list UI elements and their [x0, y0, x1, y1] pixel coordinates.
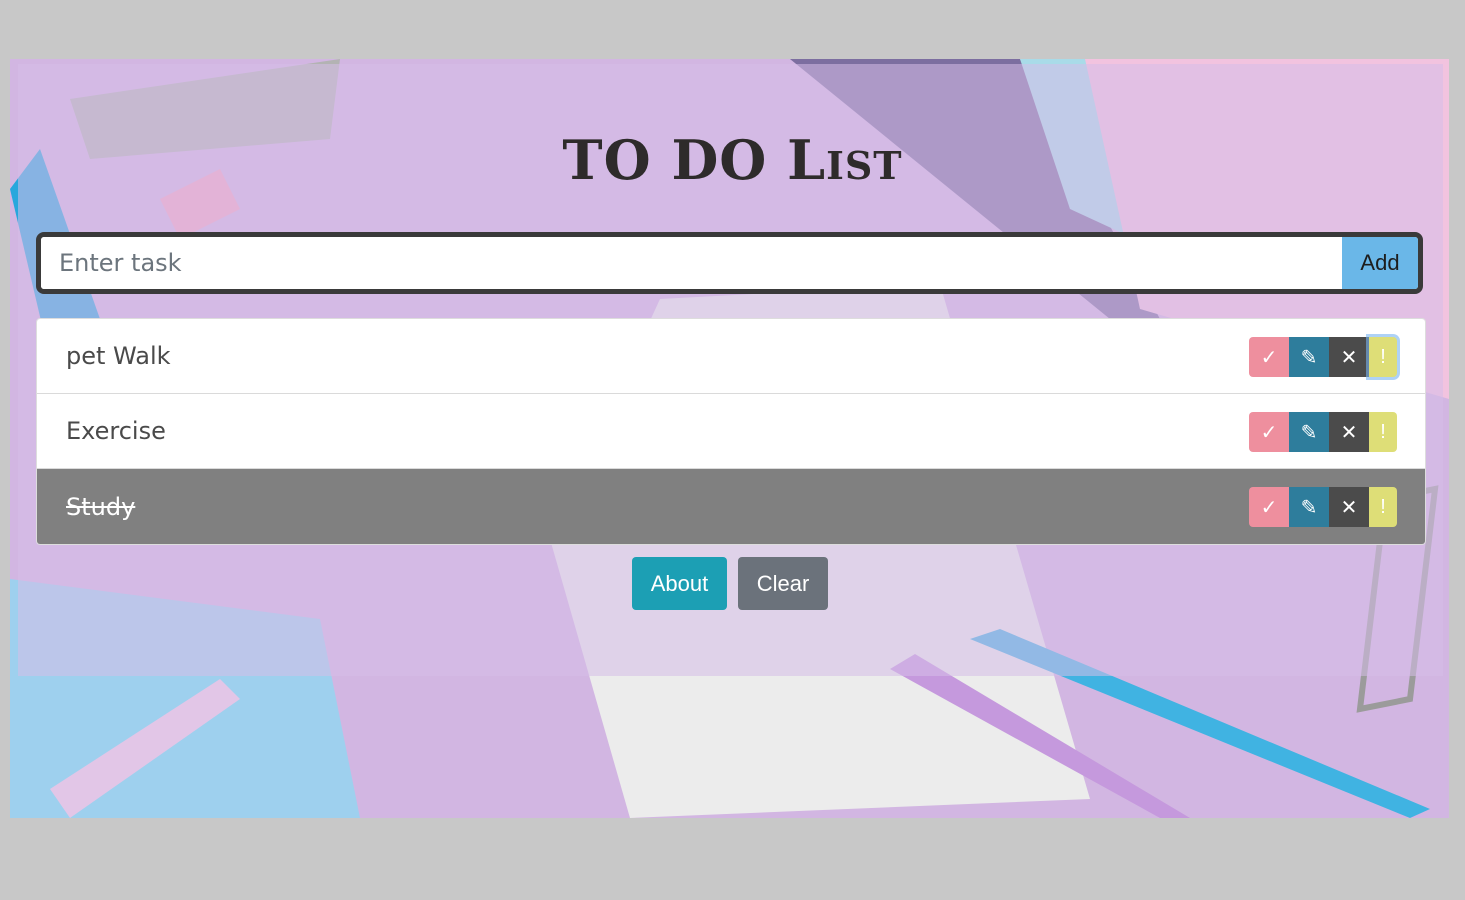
clear-button[interactable]: Clear	[738, 557, 828, 610]
check-icon[interactable]: ✓	[1249, 412, 1289, 452]
task-item: pet Walk ✓ ✎ ✕ !	[37, 319, 1425, 394]
task-text: Exercise	[66, 417, 166, 445]
about-button[interactable]: About	[632, 557, 727, 610]
task-text: Study	[66, 492, 136, 521]
task-input[interactable]	[41, 237, 1342, 289]
page-title: TO DO List	[562, 128, 903, 192]
check-icon[interactable]: ✓	[1249, 337, 1289, 377]
task-actions: ✓ ✎ ✕ !	[1249, 412, 1397, 452]
exclamation-icon[interactable]: !	[1369, 412, 1397, 452]
task-text: pet Walk	[66, 342, 171, 370]
task-item: Exercise ✓ ✎ ✕ !	[37, 394, 1425, 469]
task-actions: ✓ ✎ ✕ !	[1249, 487, 1397, 527]
check-icon[interactable]: ✓	[1249, 487, 1289, 527]
pencil-icon[interactable]: ✎	[1289, 412, 1329, 452]
close-icon[interactable]: ✕	[1329, 412, 1369, 452]
add-button[interactable]: Add	[1342, 237, 1418, 289]
exclamation-icon[interactable]: !	[1369, 337, 1397, 377]
close-icon[interactable]: ✕	[1329, 487, 1369, 527]
task-actions: ✓ ✎ ✕ !	[1249, 337, 1397, 377]
pencil-icon[interactable]: ✎	[1289, 337, 1329, 377]
pencil-icon[interactable]: ✎	[1289, 487, 1329, 527]
task-list: pet Walk ✓ ✎ ✕ ! Exercise ✓ ✎ ✕ ! Study …	[36, 318, 1426, 545]
exclamation-icon[interactable]: !	[1369, 487, 1397, 527]
task-item-completed: Study ✓ ✎ ✕ !	[37, 469, 1425, 544]
close-icon[interactable]: ✕	[1329, 337, 1369, 377]
add-task-form: Add	[36, 232, 1423, 294]
